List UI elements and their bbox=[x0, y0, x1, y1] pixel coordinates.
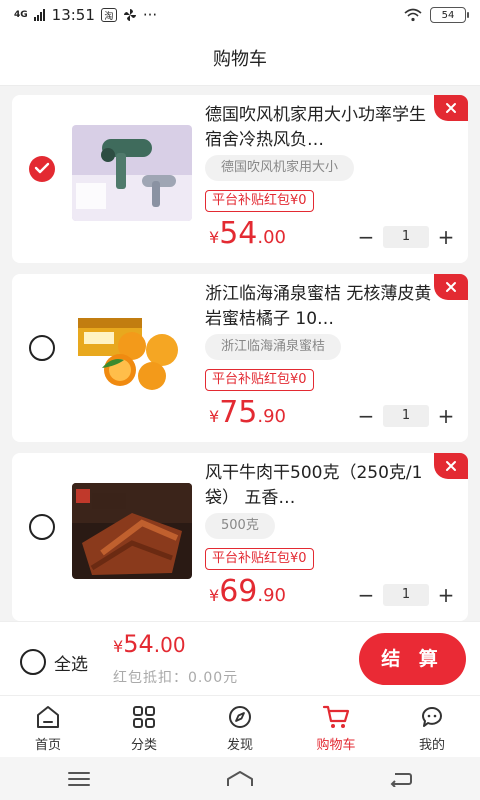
price-integer: 54 bbox=[219, 216, 258, 251]
item-title[interactable]: 德国吹风机家用大小功率学生宿舍冷热风负… bbox=[205, 103, 435, 153]
profile-icon bbox=[422, 707, 442, 727]
total-integer: 54 bbox=[123, 630, 154, 658]
total-price: ¥54.00 bbox=[113, 630, 186, 658]
item-spec[interactable]: 德国吹风机家用大小 bbox=[205, 155, 355, 181]
cart-item-card[interactable]: 风干牛肉干500克（250克/1袋） 五香… 500克 平台补贴红包¥0 ¥69… bbox=[12, 453, 468, 621]
delete-item-button[interactable] bbox=[434, 95, 468, 121]
battery-level: 54 bbox=[441, 9, 455, 21]
delete-item-button[interactable] bbox=[434, 453, 468, 479]
increase-button[interactable]: + bbox=[435, 405, 457, 427]
item-checkbox[interactable] bbox=[29, 514, 55, 540]
bottom-tab-bar: 首页 分类 发现 购物车 我的 bbox=[0, 695, 480, 757]
item-price: ¥69.90 bbox=[209, 574, 286, 609]
home-nav-icon[interactable] bbox=[226, 770, 254, 788]
close-icon bbox=[446, 461, 456, 471]
cart-item-card[interactable]: 德国吹风机家用大小功率学生宿舍冷热风负… 德国吹风机家用大小 平台补贴红包¥0 … bbox=[12, 95, 468, 263]
tab-label: 发现 bbox=[226, 738, 253, 753]
status-bar: 4G 13:51 淘 ··· 54 bbox=[0, 0, 480, 30]
quantity-stepper: − 1 + bbox=[355, 405, 457, 427]
tab-label: 分类 bbox=[130, 738, 157, 753]
item-title[interactable]: 风干牛肉干500克（250克/1袋） 五香… bbox=[205, 461, 435, 511]
back-icon[interactable] bbox=[389, 771, 413, 787]
item-price: ¥75.90 bbox=[209, 395, 286, 430]
tangerine-product-image[interactable] bbox=[72, 304, 192, 400]
cart-icon bbox=[322, 705, 350, 728]
red-packet-deduction: 红包抵扣：0.00元 bbox=[113, 670, 239, 686]
app-notification-icon: 淘 bbox=[100, 8, 117, 22]
price-decimal: .00 bbox=[257, 227, 287, 248]
item-spec[interactable]: 500克 bbox=[205, 513, 275, 539]
quantity-stepper: − 1 + bbox=[355, 584, 457, 606]
subsidy-tag: 平台补贴红包¥0 bbox=[205, 548, 314, 570]
home-icon bbox=[37, 706, 59, 728]
checkout-button[interactable]: 结 算 bbox=[359, 633, 466, 685]
select-all-checkbox[interactable] bbox=[20, 649, 46, 675]
tab-label: 首页 bbox=[34, 738, 61, 753]
pinwheel-icon bbox=[123, 9, 136, 21]
item-checkbox[interactable] bbox=[29, 156, 55, 182]
price-integer: 69 bbox=[219, 574, 258, 609]
subsidy-tag: 平台补贴红包¥0 bbox=[205, 369, 314, 391]
subsidy-tag: 平台补贴红包¥0 bbox=[205, 190, 314, 212]
item-spec[interactable]: 浙江临海涌泉蜜桔 bbox=[205, 334, 342, 360]
status-more-dots: ··· bbox=[142, 6, 158, 24]
compass-icon bbox=[229, 706, 251, 728]
tab-profile[interactable]: 我的 bbox=[384, 696, 480, 757]
increase-button[interactable]: + bbox=[435, 584, 457, 606]
increase-button[interactable]: + bbox=[435, 226, 457, 248]
quantity-stepper: − 1 + bbox=[355, 226, 457, 248]
item-price: ¥54.00 bbox=[209, 216, 286, 251]
price-decimal: .90 bbox=[257, 406, 287, 427]
page-header: 购物车 bbox=[0, 30, 480, 86]
network-indicator: 4G bbox=[14, 9, 28, 20]
category-icon bbox=[133, 706, 155, 728]
tab-home[interactable]: 首页 bbox=[0, 696, 96, 757]
price-integer: 75 bbox=[219, 395, 258, 430]
item-title[interactable]: 浙江临海涌泉蜜桔 无核薄皮黄岩蜜桔橘子 10… bbox=[205, 282, 435, 332]
select-all-label[interactable]: 全选 bbox=[54, 650, 88, 675]
tab-label: 购物车 bbox=[316, 738, 356, 753]
decrease-button[interactable]: − bbox=[355, 584, 377, 606]
page-title: 购物车 bbox=[213, 48, 267, 70]
tab-category[interactable]: 分类 bbox=[96, 696, 192, 757]
tab-cart[interactable]: 购物车 bbox=[288, 696, 384, 757]
quantity-field[interactable]: 1 bbox=[383, 226, 429, 248]
total-decimal: .00 bbox=[153, 633, 186, 657]
beef-jerky-product-image[interactable] bbox=[72, 483, 192, 579]
delete-item-button[interactable] bbox=[434, 274, 468, 300]
decrease-button[interactable]: − bbox=[355, 226, 377, 248]
quantity-field[interactable]: 1 bbox=[383, 584, 429, 606]
price-decimal: .90 bbox=[257, 585, 287, 606]
signal-icon bbox=[33, 9, 45, 21]
checkout-bar: 全选 ¥54.00 红包抵扣：0.00元 结 算 bbox=[0, 621, 480, 695]
status-time: 13:51 bbox=[51, 6, 95, 24]
system-navigation-bar bbox=[0, 757, 480, 800]
quantity-field[interactable]: 1 bbox=[383, 405, 429, 427]
price-symbol: ¥ bbox=[209, 586, 220, 605]
cart-item-card[interactable]: 浙江临海涌泉蜜桔 无核薄皮黄岩蜜桔橘子 10… 浙江临海涌泉蜜桔 平台补贴红包¥… bbox=[12, 274, 468, 442]
wifi-icon bbox=[404, 8, 422, 22]
item-checkbox[interactable] bbox=[29, 335, 55, 361]
hair-dryer-product-image[interactable] bbox=[72, 125, 192, 221]
menu-icon[interactable] bbox=[67, 771, 91, 787]
total-symbol: ¥ bbox=[113, 637, 124, 656]
decrease-button[interactable]: − bbox=[355, 405, 377, 427]
price-symbol: ¥ bbox=[209, 228, 220, 247]
close-icon bbox=[446, 103, 456, 113]
close-icon bbox=[446, 282, 456, 292]
price-symbol: ¥ bbox=[209, 407, 220, 426]
tab-label: 我的 bbox=[418, 738, 445, 753]
tab-discover[interactable]: 发现 bbox=[192, 696, 288, 757]
battery-icon: 54 bbox=[430, 7, 469, 23]
